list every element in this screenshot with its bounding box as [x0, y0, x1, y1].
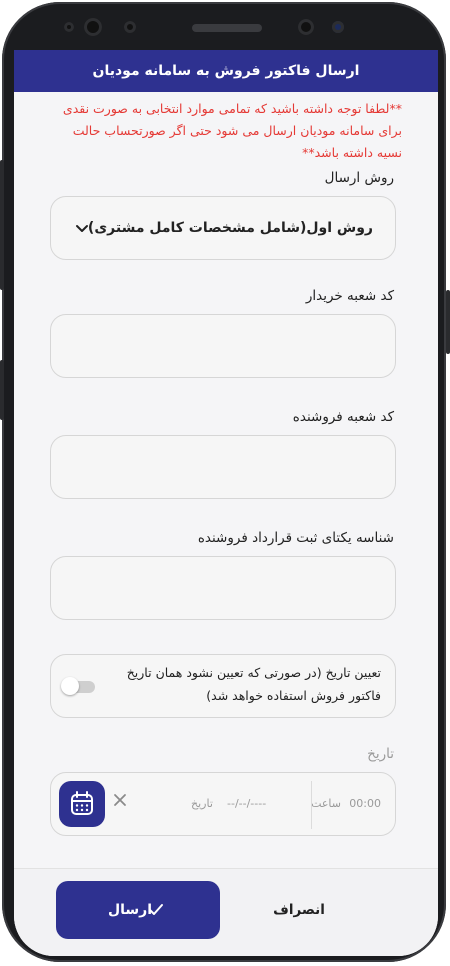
time-placeholder: 00:00: [349, 797, 381, 810]
power-button: [446, 290, 450, 354]
notice-text: **لطفا توجه داشته باشید که تمامی موارد ا…: [62, 101, 402, 160]
chevron-down-icon: [76, 225, 88, 232]
clear-icon[interactable]: [113, 793, 127, 807]
speaker-grille: [192, 24, 262, 32]
bottom-action-bar: ارسال انصراف: [14, 868, 438, 956]
send-method-value: روش اول(شامل مشخصات کامل مشتری): [87, 220, 373, 236]
divider: [311, 781, 312, 829]
bixby-button: [0, 360, 4, 420]
date-toggle-text: تعیین تاریخ (در صورتی که تعیین نشود همان…: [126, 665, 381, 703]
sensor-icon: [124, 21, 136, 33]
send-method-select[interactable]: روش اول(شامل مشخصات کامل مشتری): [50, 196, 396, 260]
app-screen: ارسال فاکتور فروش به سامانه مودیان **لطف…: [14, 50, 438, 956]
switch-knob: [61, 677, 79, 695]
calendar-icon: [71, 791, 93, 815]
date-placeholder: ----/--/--: [227, 797, 267, 810]
seller-contract-input[interactable]: [50, 556, 396, 620]
date-toggle-switch[interactable]: [61, 673, 95, 699]
front-camera-icon: [298, 19, 314, 35]
page-title: ارسال فاکتور فروش به سامانه مودیان: [14, 50, 438, 92]
send-button[interactable]: ارسال: [56, 881, 220, 939]
volume-button: [0, 160, 4, 290]
camera-icon: [84, 18, 102, 36]
phone-top-bar: [62, 12, 392, 42]
send-button-label: ارسال: [108, 902, 153, 918]
calendar-button[interactable]: [59, 781, 105, 827]
buyer-branch-input[interactable]: [50, 314, 396, 378]
check-icon: [149, 904, 163, 915]
buyer-branch-label: کد شعبه خریدار: [305, 288, 394, 304]
date-time-picker[interactable]: 00:00 ساعت ----/--/-- تاریخ: [50, 772, 396, 836]
time-label: ساعت: [311, 797, 341, 810]
sensor-icon: [64, 22, 74, 32]
date-label: تاریخ: [367, 746, 394, 762]
seller-contract-label: شناسه یکتای ثبت قرارداد فروشنده: [197, 530, 394, 546]
date-toggle-row: تعیین تاریخ (در صورتی که تعیین نشود همان…: [50, 654, 396, 718]
cancel-button[interactable]: انصراف: [244, 881, 354, 939]
iris-sensor-icon: [332, 21, 344, 33]
seller-branch-input[interactable]: [50, 435, 396, 499]
date-inner-label: تاریخ: [191, 797, 213, 810]
send-method-label: روش ارسال: [324, 170, 394, 186]
seller-branch-label: کد شعبه فروشنده: [292, 409, 394, 425]
phone-frame: ارسال فاکتور فروش به سامانه مودیان **لطف…: [2, 2, 446, 962]
